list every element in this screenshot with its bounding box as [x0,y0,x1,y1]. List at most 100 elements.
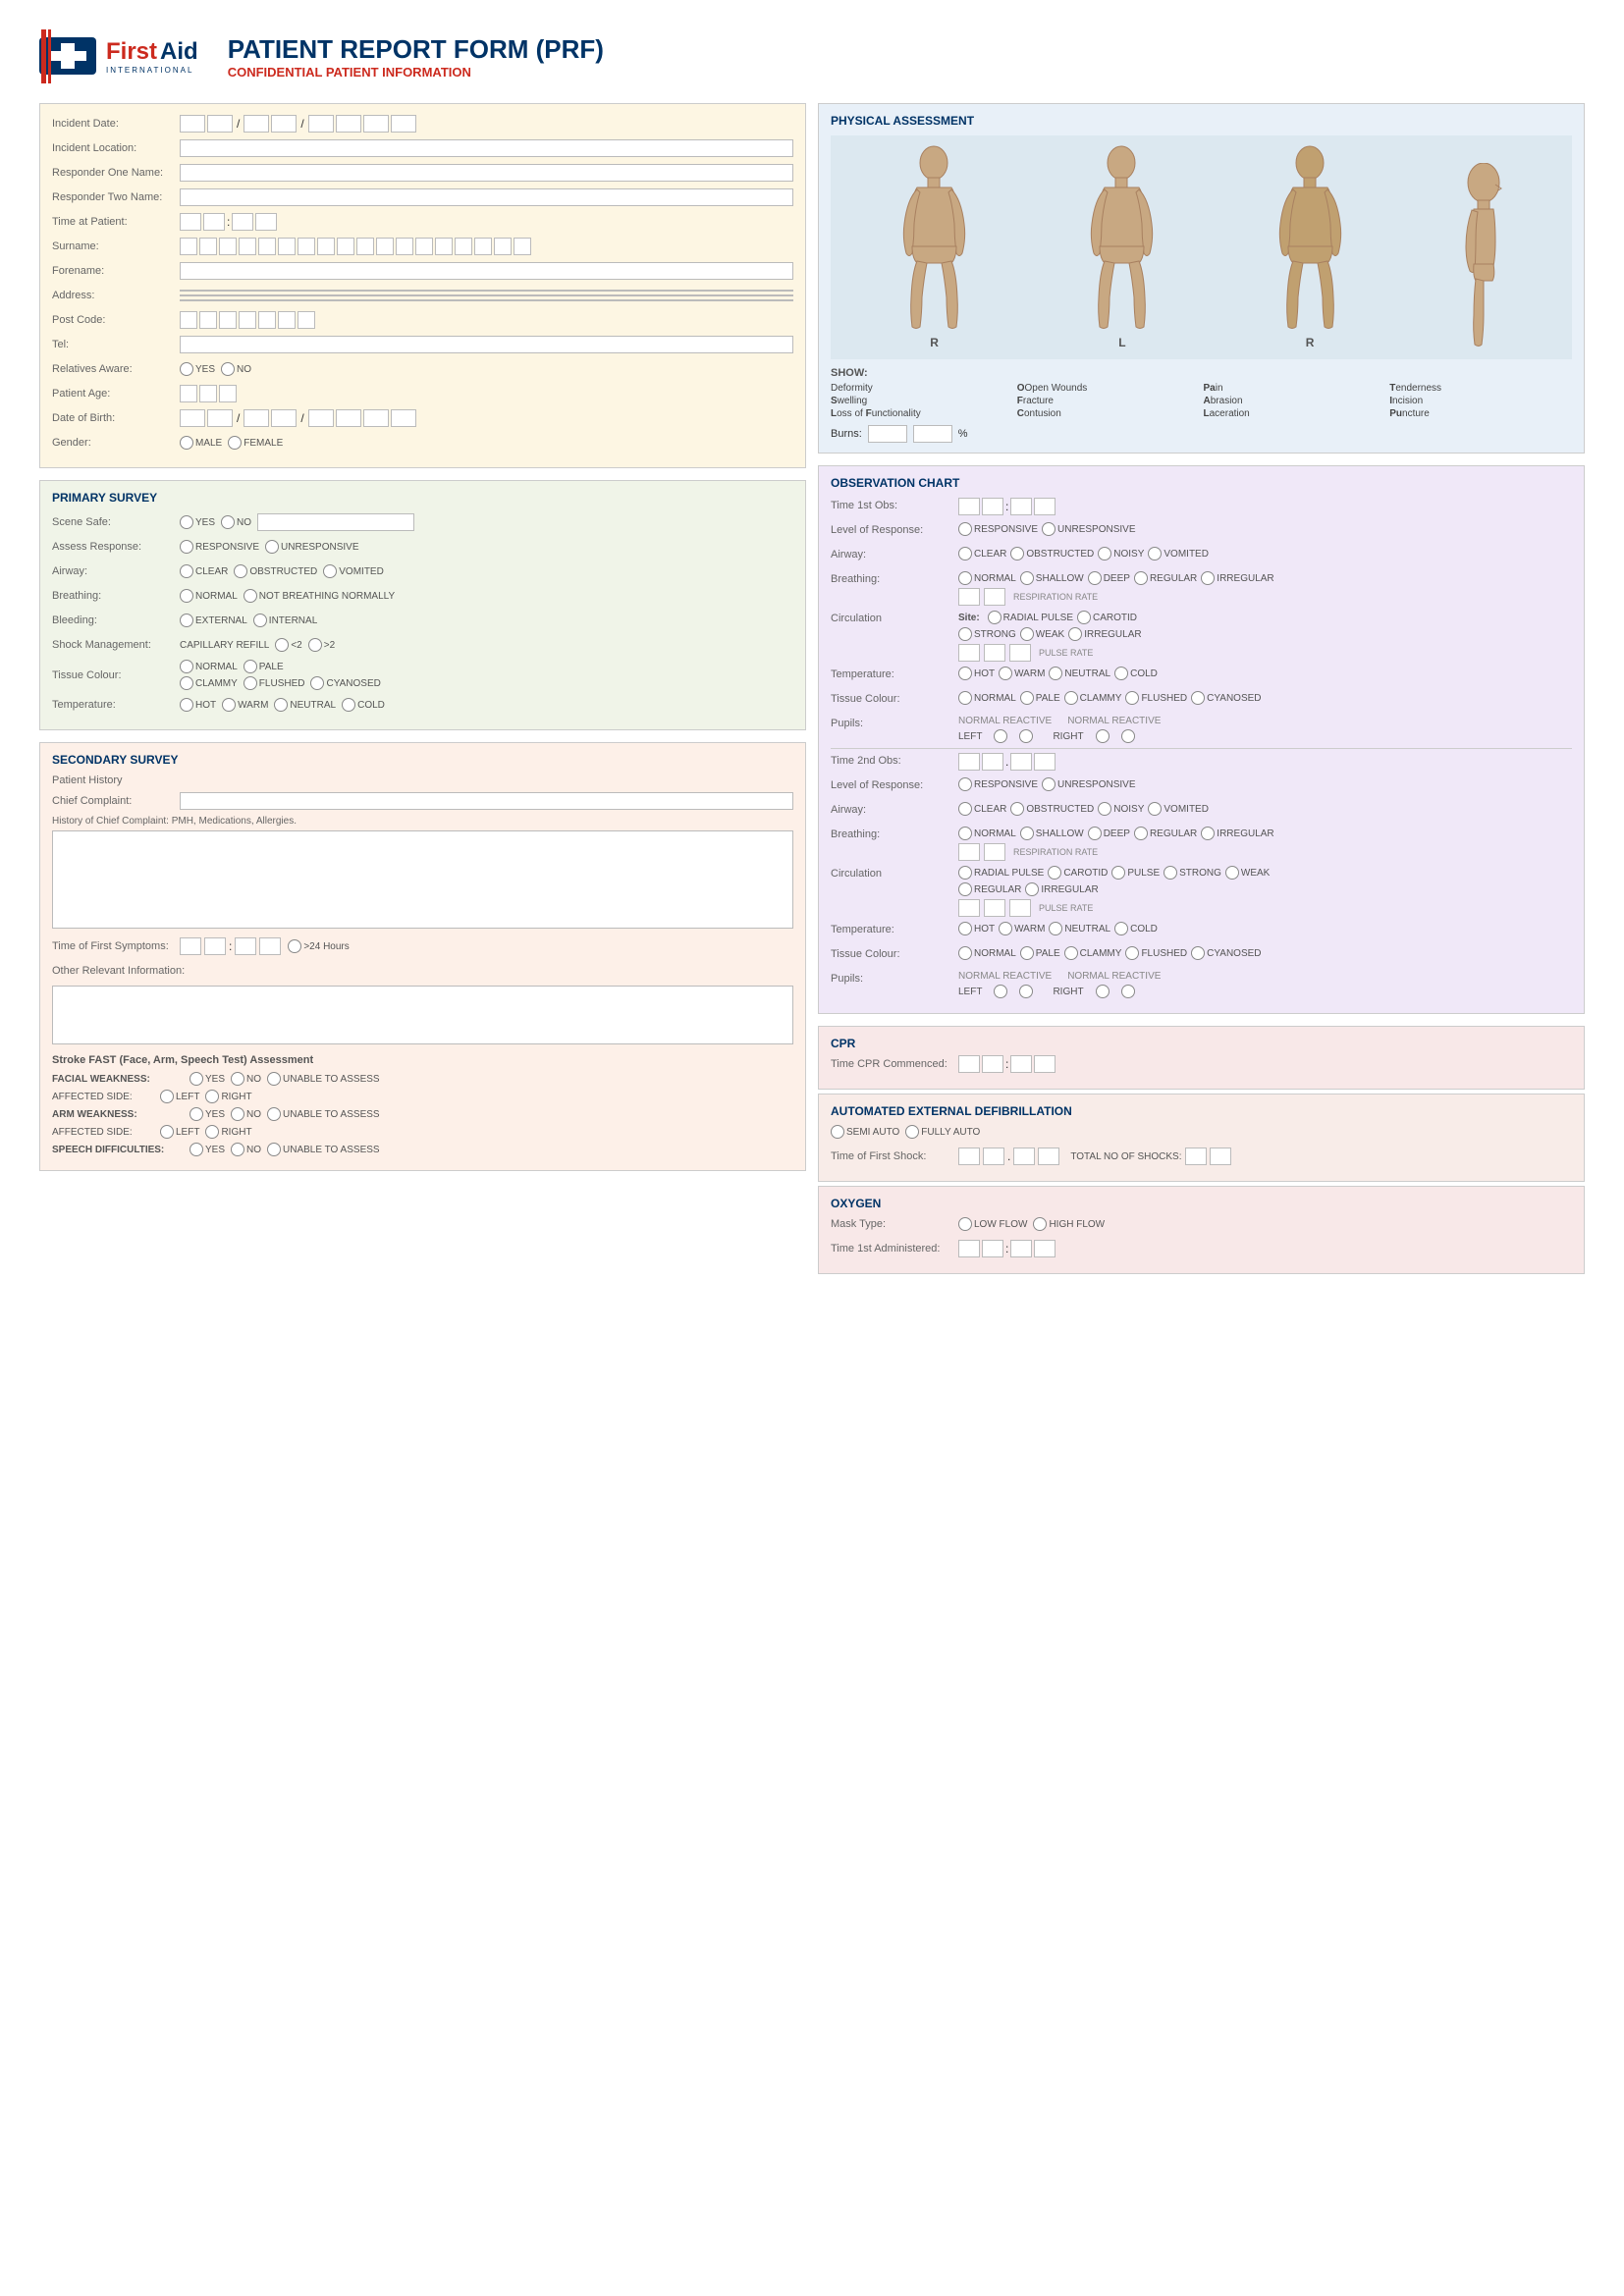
gender-male-circle[interactable] [180,436,193,450]
tissue2-radio: NORMAL PALE CLAMMY FLUSHED [958,946,1262,960]
shock-radio: CAPILLARY REFILL <2 >2 [180,638,335,652]
arm-weakness-label: ARM WEAKNESS: [52,1109,189,1120]
time-m1[interactable] [232,213,253,231]
responder-one-input[interactable] [180,164,793,182]
surname-boxes[interactable] [180,238,531,255]
circulation2-row: Circulation RADIAL PULSE CAROTID [831,866,1572,917]
breathing2-radio: NORMAL SHALLOW DEEP [958,827,1572,840]
date-m1[interactable] [244,115,269,133]
patient-age-boxes[interactable] [180,385,237,402]
incident-date-label: Incident Date: [52,118,180,130]
incident-location-row: Incident Location: [52,138,793,158]
aed-type-row: SEMI AUTO FULLY AUTO [831,1122,1572,1142]
mask-type-label: Mask Type: [831,1218,958,1230]
time-patient-field[interactable]: : [180,213,277,231]
relatives-no-circle[interactable] [221,362,235,376]
chief-complaint-input[interactable] [180,792,793,810]
forename-input[interactable] [180,262,793,280]
date-y3[interactable] [363,115,389,133]
incident-date-field[interactable]: / / [180,115,416,133]
time1-obs-row: Time 1st Obs: : [831,498,1572,517]
responder-two-input[interactable] [180,188,793,206]
time-h1[interactable] [180,213,201,231]
other-info-textarea[interactable] [52,986,793,1044]
relatives-no[interactable]: NO [221,362,251,376]
address-line1[interactable] [180,290,793,292]
dob-m2[interactable] [271,409,297,427]
date-y4[interactable] [391,115,416,133]
logo-first: First [106,38,157,66]
scene-yes[interactable]: YES [180,515,215,529]
date-d2[interactable] [207,115,233,133]
lor1-radio: RESPONSIVE UNRESPONSIVE [958,522,1136,536]
relatives-yes-circle[interactable] [180,362,193,376]
pupils1-row: Pupils: NORMAL REACTIVE NORMAL REACTIVE … [831,716,1572,743]
time-symptoms-field[interactable]: : >24 Hours [180,937,350,955]
facial-weakness-row: FACIAL WEAKNESS: YES NO [52,1072,793,1086]
circulation1-row: Circulation Site: RADIAL PULSE CAROTID [831,611,1572,662]
gender-female[interactable]: FEMALE [228,436,283,450]
date-y1[interactable] [308,115,334,133]
logo-text: First Aid INTERNATIONAL [106,38,198,75]
cpr-time-field[interactable]: : [958,1055,1056,1073]
time1-obs-field[interactable]: : [958,498,1056,515]
open-wounds: OOpen Wounds [1017,383,1200,394]
dob-d1[interactable] [180,409,205,427]
dob-y3[interactable] [363,409,389,427]
tel-row: Tel: [52,335,793,354]
date-m2[interactable] [271,115,297,133]
address-row: Address: [52,286,793,305]
bleeding-label: Bleeding: [52,614,180,626]
address-line2[interactable] [180,294,793,296]
dob-m1[interactable] [244,409,269,427]
time-m2[interactable] [255,213,277,231]
body-side-head-svg [1456,163,1510,349]
breathing2-label: Breathing: [831,827,958,840]
burns-input1[interactable] [868,425,907,443]
lor1-row: Level of Response: RESPONSIVE UNRESPONSI… [831,522,1572,542]
postcode-boxes[interactable] [180,311,315,329]
scene-no[interactable]: NO [221,515,251,529]
burns-row: Burns: % [831,425,1572,443]
oxygen-time-field[interactable]: : [958,1240,1056,1257]
speech-label: SPEECH DIFFICULTIES: [52,1145,189,1155]
dob-field[interactable]: / / [180,409,416,427]
cpr-section: CPR Time CPR Commenced: : [818,1026,1585,1090]
body-r-left-label: R [930,336,939,349]
gender-female-circle[interactable] [228,436,242,450]
time-patient-row: Time at Patient: : [52,212,793,232]
burns-input2[interactable] [913,425,952,443]
gender-male[interactable]: MALE [180,436,222,450]
scene-safe-input[interactable] [257,513,414,531]
time-h2[interactable] [203,213,225,231]
page-subtitle: CONFIDENTIAL PATIENT INFORMATION [228,65,604,80]
body-diagram: R L [831,135,1572,359]
dob-y2[interactable] [336,409,361,427]
primary-temp-row: Temperature: HOT WARM NEUTRAL [52,695,793,715]
date-d1[interactable] [180,115,205,133]
airway1-label: Airway: [831,547,958,561]
date-y2[interactable] [336,115,361,133]
incident-location-input[interactable] [180,139,793,157]
time2-obs-field[interactable]: . [958,753,1056,771]
incident-location-label: Incident Location: [52,142,180,154]
responder-two-row: Responder Two Name: [52,187,793,207]
body-figure-side-head [1456,163,1510,349]
breathing1-row: Breathing: NORMAL SHALLOW [831,571,1572,606]
relatives-yes[interactable]: YES [180,362,215,376]
dob-y1[interactable] [308,409,334,427]
dob-y4[interactable] [391,409,416,427]
body-l-center-label: L [1118,336,1125,349]
time2-obs-label: Time 2nd Obs: [831,753,958,767]
chief-complaint-row: Chief Complaint: [52,791,793,811]
address-line3[interactable] [180,299,793,301]
airway-radio: CLEAR OBSTRUCTED VOMITED [180,564,384,578]
primary-airway-row: Airway: CLEAR OBSTRUCTED VOMITED [52,561,793,581]
tenderness: Tenderness [1389,383,1572,394]
history-textarea[interactable] [52,830,793,929]
tel-input[interactable] [180,336,793,353]
address-fields [180,290,793,301]
dob-d2[interactable] [207,409,233,427]
mask-type-radio: LOW FLOW HIGH FLOW [958,1217,1105,1231]
resp-rate-label1: RESPIRATION RATE [1013,592,1098,602]
